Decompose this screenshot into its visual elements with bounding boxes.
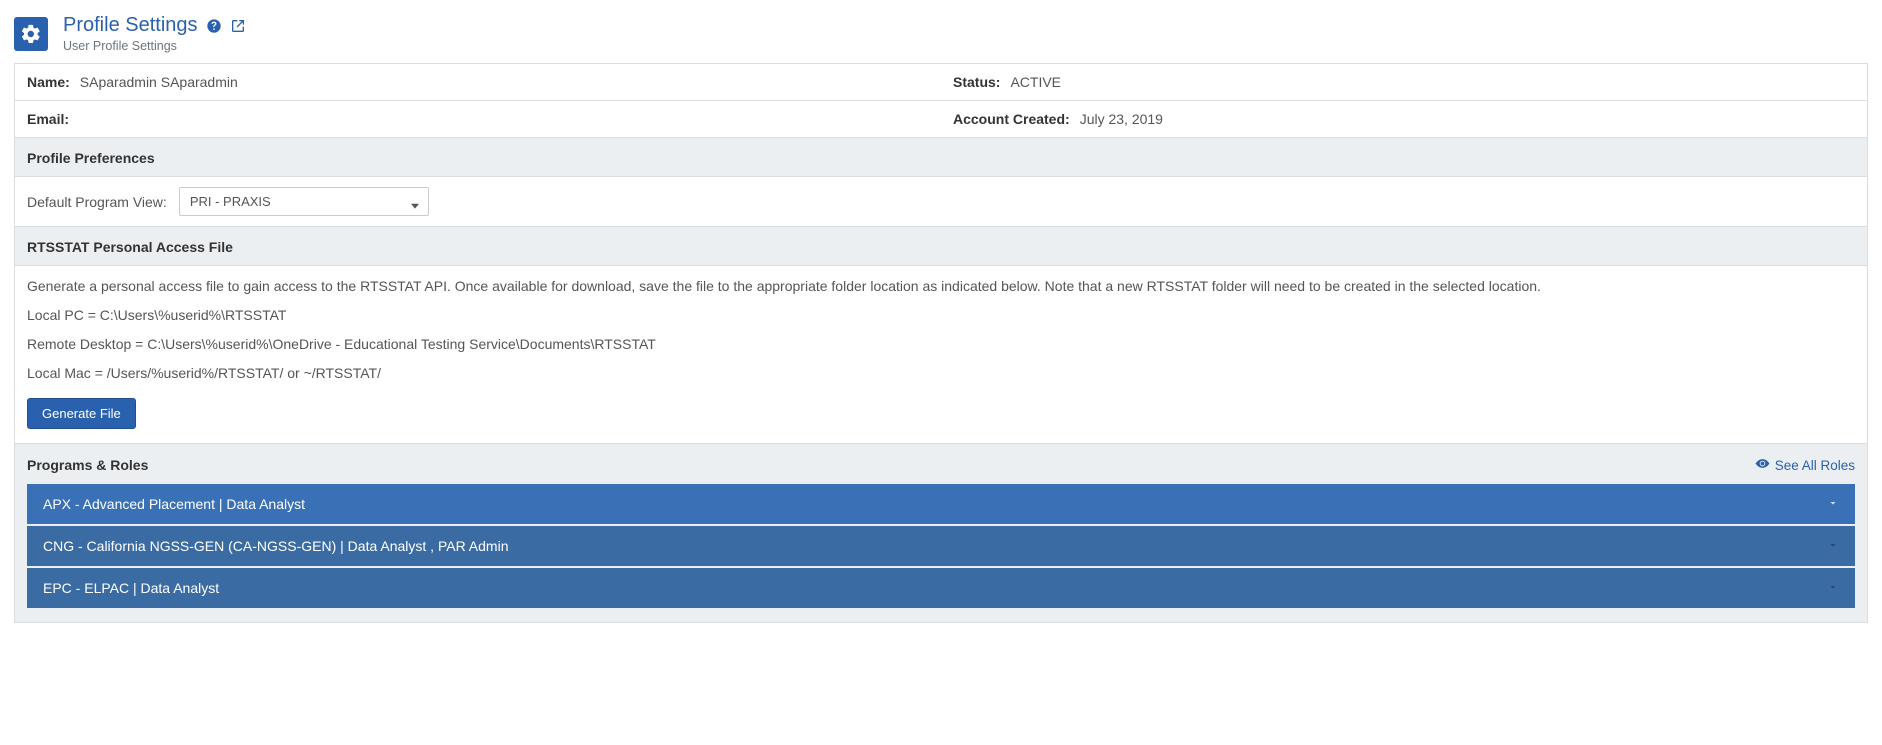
page-title: Profile Settings bbox=[63, 14, 198, 37]
profile-panel: Name: SAparadmin SAparadmin Status: ACTI… bbox=[14, 63, 1868, 623]
gear-icon bbox=[14, 17, 48, 51]
name-value: SAparadmin SAparadmin bbox=[80, 74, 238, 90]
status-value: ACTIVE bbox=[1010, 74, 1061, 90]
chevron-down-icon bbox=[1827, 580, 1839, 596]
roles-list: APX - Advanced Placement | Data Analyst … bbox=[15, 484, 1867, 622]
name-label: Name: bbox=[27, 74, 70, 90]
rtsstat-path-local-pc: Local PC = C:\Users\%userid%\RTSSTAT bbox=[27, 305, 1855, 326]
external-link-icon[interactable] bbox=[230, 18, 246, 34]
chevron-down-icon bbox=[1827, 538, 1839, 554]
see-all-roles-link[interactable]: See All Roles bbox=[1755, 456, 1855, 474]
rtsstat-block: Generate a personal access file to gain … bbox=[15, 265, 1867, 444]
see-all-roles-label: See All Roles bbox=[1775, 458, 1855, 473]
default-program-view-select[interactable]: PRI - PRAXIS bbox=[179, 187, 429, 216]
default-program-view-row: Default Program View: PRI - PRAXIS bbox=[15, 176, 1867, 227]
rtsstat-heading: RTSSTAT Personal Access File bbox=[15, 227, 1867, 265]
default-program-view-label: Default Program View: bbox=[27, 194, 167, 210]
roles-header: Programs & Roles See All Roles bbox=[15, 444, 1867, 484]
generate-file-button[interactable]: Generate File bbox=[27, 398, 136, 429]
preferences-heading: Profile Preferences bbox=[15, 138, 1867, 176]
role-item-label: CNG - California NGSS-GEN (CA-NGSS-GEN) … bbox=[43, 538, 509, 554]
info-row-email-created: Email: Account Created: July 23, 2019 bbox=[15, 101, 1867, 138]
email-label: Email: bbox=[27, 111, 69, 127]
page-subtitle: User Profile Settings bbox=[63, 39, 246, 53]
rtsstat-path-mac: Local Mac = /Users/%userid%/RTSSTAT/ or … bbox=[27, 363, 1855, 384]
role-item-label: APX - Advanced Placement | Data Analyst bbox=[43, 496, 305, 512]
help-icon[interactable] bbox=[206, 18, 222, 34]
role-item[interactable]: APX - Advanced Placement | Data Analyst bbox=[27, 484, 1855, 524]
status-label: Status: bbox=[953, 74, 1000, 90]
roles-heading: Programs & Roles bbox=[27, 457, 148, 473]
rtsstat-path-remote: Remote Desktop = C:\Users\%userid%\OneDr… bbox=[27, 334, 1855, 355]
role-item-label: EPC - ELPAC | Data Analyst bbox=[43, 580, 219, 596]
page-header: Profile Settings User Profile Settings bbox=[0, 0, 1882, 63]
chevron-down-icon bbox=[1827, 496, 1839, 512]
role-item[interactable]: EPC - ELPAC | Data Analyst bbox=[27, 568, 1855, 608]
eye-icon bbox=[1755, 456, 1770, 474]
role-item[interactable]: CNG - California NGSS-GEN (CA-NGSS-GEN) … bbox=[27, 526, 1855, 566]
created-value: July 23, 2019 bbox=[1080, 111, 1163, 127]
rtsstat-description: Generate a personal access file to gain … bbox=[27, 276, 1855, 297]
created-label: Account Created: bbox=[953, 111, 1070, 127]
info-row-name-status: Name: SAparadmin SAparadmin Status: ACTI… bbox=[15, 64, 1867, 101]
